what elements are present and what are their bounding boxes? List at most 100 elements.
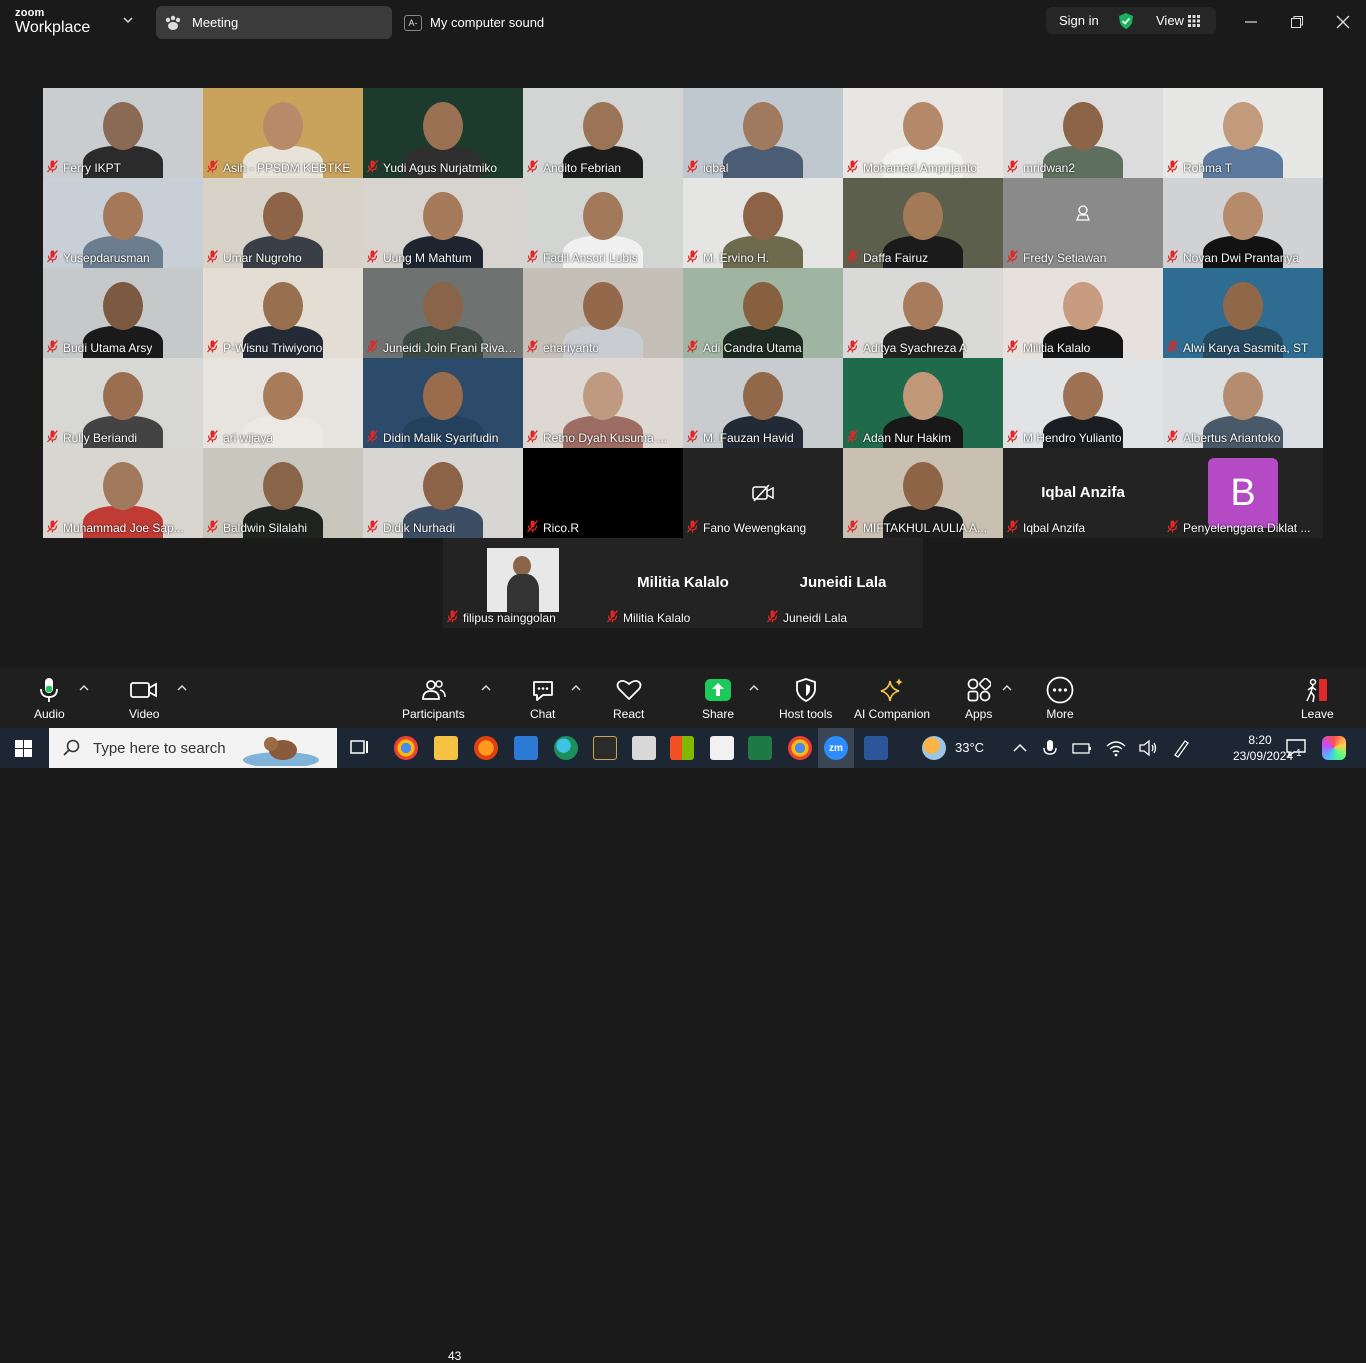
- chevron-up-icon[interactable]: [177, 683, 187, 693]
- video-tile-penyelenggara-diklat[interactable]: B Penyelenggara Diklat ...: [1163, 448, 1323, 538]
- view-button[interactable]: View: [1156, 13, 1184, 28]
- apps-button[interactable]: Apps: [965, 676, 992, 721]
- notepad-icon[interactable]: [710, 736, 734, 760]
- firefox-icon[interactable]: [474, 736, 498, 760]
- video-tile-asih-ppsdm-kebtke[interactable]: Asih - PPSDM KEBTKE: [203, 88, 363, 178]
- video-tile-baldwin-silalahi[interactable]: Baldwin Silalahi: [203, 448, 363, 538]
- tab-meeting[interactable]: Meeting: [156, 6, 392, 39]
- video-tile-andito-febrian[interactable]: Andito Febrian: [523, 88, 683, 178]
- video-tile-iqbal[interactable]: iqbal: [683, 88, 843, 178]
- color-app-icon[interactable]: [1322, 736, 1346, 760]
- video-tile-fadil-ansori-lubis[interactable]: Fadil Ansori Lubis: [523, 178, 683, 268]
- video-tile-rico-r[interactable]: Rico.R: [523, 448, 683, 538]
- video-tile-novan-dwi-prantanya[interactable]: Novan Dwi Prantanya: [1163, 178, 1323, 268]
- video-tile-umar-nugroho[interactable]: Umar Nugroho: [203, 178, 363, 268]
- video-tile-aditya-syachreza-a[interactable]: Aditya Syachreza A: [843, 268, 1003, 358]
- chevron-up-icon[interactable]: [481, 683, 491, 693]
- video-tile-filipus-nainggolan[interactable]: filipus nainggolan: [443, 538, 603, 628]
- video-tile-miftakhul-aulia-a[interactable]: MIFTAKHUL AULIA A...: [843, 448, 1003, 538]
- video-tile-albertus-ariantoko[interactable]: Albertus Ariantoko: [1163, 358, 1323, 448]
- video-tile-adan-nur-hakim[interactable]: Adan Nur Hakim: [843, 358, 1003, 448]
- printer-icon[interactable]: [632, 736, 656, 760]
- shield-check-icon[interactable]: [1117, 12, 1135, 30]
- mail-icon[interactable]: [514, 736, 538, 760]
- volume-icon[interactable]: [1136, 736, 1160, 760]
- video-tile-retno-dyah-kusuma[interactable]: Retno Dyah Kusuma ...: [523, 358, 683, 448]
- video-tile-budi-utama-arsy[interactable]: Budi Utama Arsy: [43, 268, 203, 358]
- video-tile-m-hendro-yulianto[interactable]: M Hendro Yulianto: [1003, 358, 1163, 448]
- video-tile-muhammad-joe-sap[interactable]: Muhammad Joe Sap...: [43, 448, 203, 538]
- weather-icon[interactable]: [922, 736, 946, 760]
- word-icon[interactable]: [864, 736, 888, 760]
- chevron-up-icon[interactable]: [79, 683, 89, 693]
- video-tile-ari-wijaya[interactable]: ari wijaya: [203, 358, 363, 448]
- leave-button[interactable]: Leave: [1301, 676, 1334, 721]
- video-tile-ferry-ikpt[interactable]: Ferry IKPT: [43, 88, 203, 178]
- video-tile-ehariyanto[interactable]: ehariyanto: [523, 268, 683, 358]
- signin-button[interactable]: Sign in: [1059, 13, 1099, 28]
- restore-icon[interactable]: [1287, 12, 1307, 32]
- video-tile-yusepdarusman[interactable]: Yusepdarusman: [43, 178, 203, 268]
- chevron-up-icon[interactable]: [1008, 736, 1032, 760]
- video-tile-fano-wewengkang[interactable]: Fano Wewengkang: [683, 448, 843, 538]
- chevron-up-icon[interactable]: [1002, 683, 1012, 693]
- react-button[interactable]: React: [613, 676, 644, 721]
- video-tile-alwi-karya-sasmita-st[interactable]: Alwi Karya Sasmita, ST: [1163, 268, 1323, 358]
- chrome-profile-icon[interactable]: [788, 736, 812, 760]
- excel-icon[interactable]: [748, 736, 772, 760]
- video-tile-didik-nurhadi[interactable]: Didik Nurhadi: [363, 448, 523, 538]
- participant-name-label: Muhammad Joe Sap...: [47, 519, 184, 536]
- participant-face: [423, 282, 463, 330]
- edge-icon[interactable]: [554, 736, 578, 760]
- video-tile-m-fauzan-havid[interactable]: M. Fauzan Havid: [683, 358, 843, 448]
- video-tile-adi-candra-utama[interactable]: Adi Candra Utama: [683, 268, 843, 358]
- more-button[interactable]: More: [1046, 676, 1074, 721]
- zoom-logo[interactable]: zoom Workplace: [15, 8, 90, 36]
- chrome-icon[interactable]: [394, 736, 418, 760]
- share-button[interactable]: Share: [702, 676, 734, 721]
- video-tile-didin-malik-syarifudin[interactable]: Didin Malik Syarifudin: [363, 358, 523, 448]
- video-tile-m-ervino-h[interactable]: M. Ervino H.: [683, 178, 843, 268]
- participants-button[interactable]: Participants: [402, 676, 465, 721]
- video-tile-iqbal-anzifa[interactable]: Iqbal Anzifa Iqbal Anzifa: [1003, 448, 1163, 538]
- video-tile-militia-kalalo[interactable]: Militia Kalalo: [1003, 268, 1163, 358]
- video-tile-juneidi-lala[interactable]: Juneidi Lala Juneidi Lala: [763, 538, 923, 628]
- app-icon[interactable]: [593, 736, 617, 760]
- system-clock[interactable]: 8:20 23/09/2024: [1233, 732, 1293, 764]
- minimize-icon[interactable]: [1241, 12, 1261, 32]
- taskbar-search[interactable]: Type here to search: [49, 728, 337, 768]
- video-tile-yudi-agus-nurjatmiko[interactable]: Yudi Agus Nurjatmiko: [363, 88, 523, 178]
- video-tile-daffa-fairuz[interactable]: Daffa Fairuz: [843, 178, 1003, 268]
- host-tools-button[interactable]: Host tools: [779, 676, 832, 721]
- video-tile-juneidi-join-frani-rival-l[interactable]: Juneidi Join Frani Rival L...: [363, 268, 523, 358]
- video-tile-fredy-setiawan[interactable]: Fredy Setiawan: [1003, 178, 1163, 268]
- zoom-taskbar-active[interactable]: zm: [818, 728, 854, 768]
- battery-icon[interactable]: [1070, 736, 1094, 760]
- pen-icon[interactable]: [1170, 736, 1194, 760]
- windows-start-icon[interactable]: [15, 740, 32, 757]
- video-tile-p-wisnu-triwiyono[interactable]: P-Wisnu Triwiyono: [203, 268, 363, 358]
- ai-companion-button[interactable]: AI Companion: [854, 676, 930, 721]
- microphone-tray-icon[interactable]: [1038, 736, 1062, 760]
- wifi-icon[interactable]: [1104, 736, 1128, 760]
- audio-button[interactable]: Audio: [34, 676, 65, 721]
- video-tile-rohma-t[interactable]: Rohma T: [1163, 88, 1323, 178]
- participant-name-label: MIFTAKHUL AULIA A...: [847, 519, 987, 536]
- close-icon[interactable]: [1333, 12, 1353, 32]
- chevron-down-icon[interactable]: [122, 14, 134, 26]
- task-view-icon[interactable]: [348, 736, 372, 760]
- store-icon[interactable]: [670, 736, 694, 760]
- chat-button[interactable]: Chat: [530, 676, 555, 721]
- video-tile-rully-beriandi[interactable]: Rully Beriandi: [43, 358, 203, 448]
- video-tile-mridwan2[interactable]: mridwan2: [1003, 88, 1163, 178]
- chevron-up-icon[interactable]: [749, 683, 759, 693]
- chevron-up-icon[interactable]: [571, 683, 581, 693]
- muted-mic-icon: [1007, 159, 1018, 176]
- tab-computer-sound[interactable]: A- My computer sound: [404, 6, 544, 39]
- video-tile-mohamad-amprijanto[interactable]: Mohamad.Amprijanto: [843, 88, 1003, 178]
- video-tile-uung-m-mahtum[interactable]: Uung M Mahtum: [363, 178, 523, 268]
- grid-view-icon[interactable]: [1188, 15, 1200, 27]
- video-tile-militia-kalalo[interactable]: Militia Kalalo Militia Kalalo: [603, 538, 763, 628]
- video-button[interactable]: Video: [129, 676, 159, 721]
- file-explorer-icon[interactable]: [434, 736, 458, 760]
